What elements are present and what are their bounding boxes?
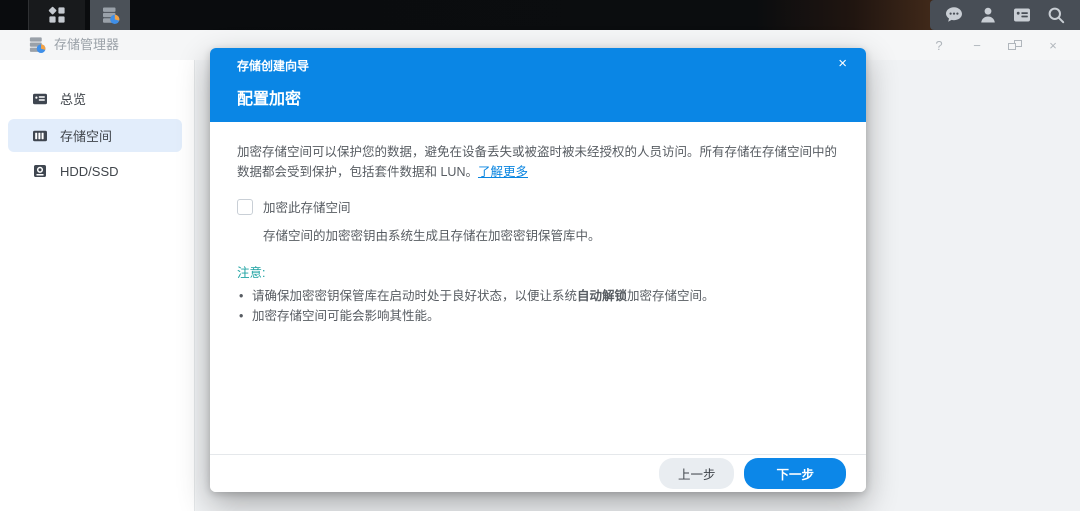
note-label: 注意:	[237, 262, 839, 281]
window-controls: ? − ×	[932, 30, 1060, 60]
overview-icon	[32, 91, 48, 107]
bullet-text: 加密存储空间可能会影响其性能。	[252, 309, 440, 323]
search-icon[interactable]	[1046, 5, 1066, 25]
close-dialog-icon[interactable]: ×	[838, 55, 847, 73]
system-tray	[930, 0, 1080, 30]
apps-grid-icon	[48, 6, 66, 24]
chat-bubble-icon[interactable]	[944, 5, 964, 25]
sidebar-item-label: 存储空间	[60, 126, 112, 145]
bullet-text: 请确保加密密钥保管库在启动时处于良好状态，以便让系统	[252, 289, 577, 303]
sidebar-item-overview[interactable]: 总览	[8, 82, 182, 115]
dialog-header: 存储创建向导 × 配置加密	[210, 48, 866, 122]
volume-icon	[32, 128, 48, 144]
intro-paragraph: 加密存储空间可以保护您的数据，避免在设备丢失或被盗时被未经授权的人员访问。所有存…	[237, 142, 839, 182]
bullet-text-bold: 自动解锁	[577, 289, 627, 303]
back-button[interactable]: 上一步	[659, 458, 735, 489]
widgets-icon[interactable]	[1012, 5, 1032, 25]
note-bullet: 加密存储空间可能会影响其性能。	[239, 306, 839, 326]
encrypt-checkbox[interactable]	[237, 199, 253, 215]
encrypt-hint-text: 存储空间的加密密钥由系统生成且存储在加密密钥保管库中。	[263, 227, 839, 245]
user-icon[interactable]	[978, 5, 998, 25]
sidebar-item-storage-pool[interactable]: 存储空间	[8, 119, 182, 152]
close-window-button[interactable]: ×	[1046, 38, 1060, 53]
main-menu-button[interactable]	[28, 0, 85, 30]
dialog-body: 加密存储空间可以保护您的数据，避免在设备丢失或被盗时被未经授权的人员访问。所有存…	[210, 122, 866, 326]
disk-icon	[32, 163, 48, 179]
bullet-text: 加密存储空间。	[627, 289, 715, 303]
storage-manager-icon	[28, 36, 46, 54]
note-bullet-list: 请确保加密密钥保管库在启动时处于良好状态，以便让系统自动解锁加密存储空间。 加密…	[239, 286, 839, 326]
storage-creation-wizard-dialog: 存储创建向导 × 配置加密 加密存储空间可以保护您的数据，避免在设备丢失或被盗时…	[210, 48, 866, 492]
maximize-button[interactable]	[1008, 40, 1022, 50]
sidebar-item-label: HDD/SSD	[60, 164, 119, 179]
next-button[interactable]: 下一步	[744, 458, 846, 489]
sidebar: 总览 存储空间 HDD/SSD	[0, 60, 195, 511]
note-bullet: 请确保加密密钥保管库在启动时处于良好状态，以便让系统自动解锁加密存储空间。	[239, 286, 839, 306]
dialog-footer: 上一步 下一步	[210, 454, 866, 492]
sidebar-item-hdd-ssd[interactable]: HDD/SSD	[8, 156, 182, 186]
encrypt-checkbox-label[interactable]: 加密此存储空间	[263, 197, 351, 216]
taskbar	[0, 0, 1080, 30]
storage-manager-task-button[interactable]	[90, 0, 130, 30]
sidebar-item-label: 总览	[60, 89, 86, 108]
help-button[interactable]: ?	[932, 38, 946, 53]
intro-text: 加密存储空间可以保护您的数据，避免在设备丢失或被盗时被未经授权的人员访问。所有存…	[237, 145, 837, 179]
step-title: 配置加密	[237, 85, 301, 109]
window-title: 存储管理器	[54, 30, 119, 60]
learn-more-link[interactable]: 了解更多	[478, 165, 528, 179]
encrypt-checkbox-row: 加密此存储空间	[237, 197, 839, 216]
dialog-title: 存储创建向导	[237, 57, 309, 74]
storage-manager-icon	[101, 6, 120, 25]
minimize-button[interactable]: −	[970, 38, 984, 53]
